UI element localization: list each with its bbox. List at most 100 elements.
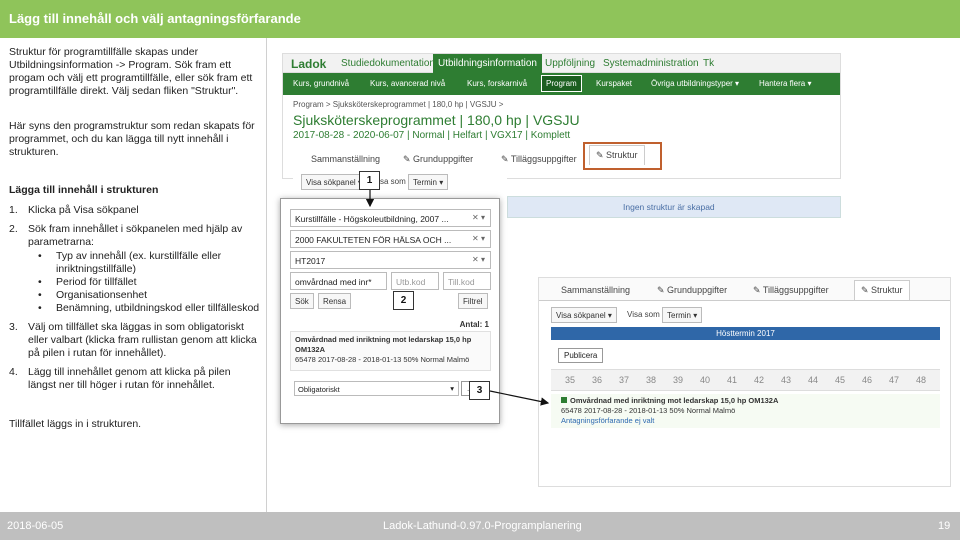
pencil-icon: ✎ [861, 285, 872, 295]
week-label: 39 [673, 375, 684, 385]
ladok-logo: Ladok [291, 57, 327, 71]
tab-tillaggsuppgifter[interactable]: ✎ Tilläggsuppgifter [501, 154, 577, 165]
tab-struktur[interactable]: ✎ Struktur [854, 280, 910, 300]
step-text: Sök fram innehållet i sökpanelen med hjä… [28, 223, 243, 248]
empty-structure-text: Ingen struktur är skapad [623, 202, 715, 212]
nav-tk[interactable]: Tk [703, 58, 714, 69]
period-value: HT2017 [295, 256, 326, 266]
pencil-icon: ✎ [501, 154, 511, 164]
step-marker-2: 2 [393, 291, 414, 310]
week-label: 41 [727, 375, 738, 385]
step-number: 3. [9, 321, 18, 333]
instructions-panel: Struktur för programtillfälle skapas und… [0, 38, 267, 512]
footer-date: 2018-06-05 [7, 520, 64, 532]
week-label: 37 [619, 375, 630, 385]
step-number: 1. [9, 204, 18, 216]
pencil-icon: ✎ [753, 285, 763, 295]
period-select[interactable]: HT2017 ✕ ▾ [290, 251, 491, 269]
subnav-ovriga[interactable]: Övriga utbildningstyper ▾ [651, 79, 739, 88]
week-label: 45 [835, 375, 846, 385]
structure-tabs: Sammanställning ✎ Grunduppgifter ✎ Tillä… [539, 278, 950, 301]
close-icon[interactable]: ✕ ▾ [472, 234, 485, 243]
intro-text: Struktur för programtillfälle skapas und… [9, 46, 253, 97]
pencil-icon: ✎ [657, 285, 668, 295]
close-icon[interactable]: ✕ ▾ [472, 255, 485, 264]
week-label: 46 [862, 375, 873, 385]
step-text: Välj om tillfället ska läggas in som obl… [28, 321, 257, 359]
week-label: 36 [592, 375, 603, 385]
antagningsforfarande-link[interactable]: Antagningsförfarande ej valt [561, 416, 930, 426]
week-label: 35 [565, 375, 576, 385]
subnav-kurs-avancerad[interactable]: Kurs, avancerad nivå [370, 79, 445, 88]
breadcrumb[interactable]: Program > Sjuksköterskeprogrammet | 180,… [293, 100, 503, 109]
publicera-button[interactable]: Publicera [558, 348, 604, 363]
termin-dropdown[interactable]: Termin ▾ [408, 174, 449, 190]
tillfalleskod-input[interactable]: Till.kod [443, 272, 491, 290]
visa-sokpanel-button[interactable]: Visa sökpanel ▾ [301, 174, 367, 190]
benamning-input[interactable]: omvårdnad med inr* [290, 272, 387, 290]
content-type-select[interactable]: Kurstillfälle - Högskoleutbildning, 2007… [290, 209, 491, 227]
rensa-button[interactable]: Rensa [318, 293, 352, 309]
slide-title: Lägg till innehåll och välj antagningsfö… [9, 11, 301, 26]
chevron-down-icon: ▾ [450, 384, 454, 393]
subnav-kurspaket[interactable]: Kurspaket [596, 79, 632, 88]
result-details: 65478 2017-08-28 - 2018-01-13 50% Normal… [295, 355, 470, 364]
organisation-select[interactable]: 2000 FAKULTETEN FÖR HÄLSA OCH ... ✕ ▾ [290, 230, 491, 248]
subnav-program[interactable]: Program [541, 75, 582, 92]
structure-course-item[interactable]: Omvårdnad med inriktning mot ledarskap 1… [551, 394, 940, 428]
obligatoriskt-select[interactable]: Obligatoriskt ▾ [294, 381, 459, 396]
utbildningskod-input[interactable]: Utb.kod [391, 272, 439, 290]
search-panel: Kurstillfälle - Högskoleutbildning, 2007… [280, 198, 500, 424]
week-label: 42 [754, 375, 765, 385]
ladok-sub-nav: Kurs, grundnivå Kurs, avancerad nivå Kur… [283, 73, 840, 95]
substep-item: Typ av innehåll (ex. kurstillfälle eller… [28, 250, 261, 276]
step-number: 4. [9, 366, 18, 378]
content-type-value: Kurstillfälle - Högskoleutbildning, 2007… [295, 214, 449, 224]
semester-header: Hösttermin 2017 [551, 327, 940, 340]
subnav-kurs-forskar[interactable]: Kurs, forskarnivå [467, 79, 527, 88]
nav-studiedokumentation[interactable]: Studiedokumentation [341, 58, 435, 69]
footer-page-number: 19 [938, 520, 951, 532]
obligatoriskt-value: Obligatoriskt [298, 385, 340, 394]
course-details: 65478 2017-08-28 - 2018-01-13 50% Normal… [561, 406, 736, 415]
termin-dropdown[interactable]: Termin ▾ [662, 307, 703, 323]
structure-screenshot: Sammanställning ✎ Grunduppgifter ✎ Tillä… [538, 277, 951, 487]
closing-text: Tillfället läggs in i strukturen. [9, 418, 142, 430]
slide: Lägg till innehåll och välj antagningsfö… [0, 0, 960, 540]
filter-button[interactable]: Filtrel [458, 293, 488, 309]
tab-grunduppgifter[interactable]: ✎ Grunduppgifter [403, 154, 473, 165]
tab-label: Struktur [871, 285, 903, 295]
search-result-item[interactable]: Omvårdnad med inriktning mot ledarskap 1… [290, 331, 491, 371]
nav-uppfoljning[interactable]: Uppföljning [545, 58, 595, 69]
week-label: 40 [700, 375, 711, 385]
close-icon[interactable]: ✕ ▾ [472, 213, 485, 222]
organisation-value: 2000 FAKULTETEN FÖR HÄLSA OCH ... [295, 235, 452, 245]
subnav-hantera-flera[interactable]: Hantera flera ▾ [759, 79, 811, 88]
tab-sammanstallning[interactable]: Sammanställning [311, 154, 380, 164]
subnav-kurs-grund[interactable]: Kurs, grundnivå [293, 79, 349, 88]
sok-button[interactable]: Sök [290, 293, 314, 309]
steps-list: 1. Klicka på Visa sökpanel 2. Sök fram inn… [9, 204, 261, 398]
week-label: 47 [889, 375, 900, 385]
intro-text-2: Här syns den programstruktur som redan s… [9, 120, 255, 158]
tab-tillaggsuppgifter[interactable]: ✎ Tilläggsuppgifter [753, 285, 829, 296]
step-text: Klicka på Visa sökpanel [28, 204, 139, 216]
program-dates: 2017-08-28 - 2020-06-07 | Normal | Helfa… [293, 130, 571, 141]
tab-label: Tilläggsuppgifter [510, 154, 577, 164]
week-label: 43 [781, 375, 792, 385]
ladok-program-screenshot: Ladok Studiedokumentation Utbildningsinf… [282, 53, 841, 179]
result-count: Antal: 1 [459, 320, 489, 329]
nav-systemadministration[interactable]: Systemadministration [603, 58, 699, 69]
nav-utbildningsinformation[interactable]: Utbildningsinformation [433, 54, 542, 73]
week-label: 38 [646, 375, 657, 385]
tab-label: Tilläggsuppgifter [762, 285, 829, 295]
week-header: 35 36 37 38 39 40 41 42 43 44 45 46 47 4… [551, 369, 940, 391]
ladok-top-nav: Ladok Studiedokumentation Utbildningsinf… [283, 54, 840, 73]
tab-sammanstallning[interactable]: Sammanställning [561, 285, 630, 295]
tab-grunduppgifter[interactable]: ✎ Grunduppgifter [657, 285, 727, 296]
visa-sokpanel-button[interactable]: Visa sökpanel ▾ [551, 307, 617, 323]
visa-som-label: Visa som [627, 310, 660, 319]
step-item: 2. Sök fram innehållet i sökpanelen med h… [9, 223, 261, 315]
tab-label: Grunduppgifter [667, 285, 728, 295]
substep-item: Period för tillfället [28, 276, 261, 289]
